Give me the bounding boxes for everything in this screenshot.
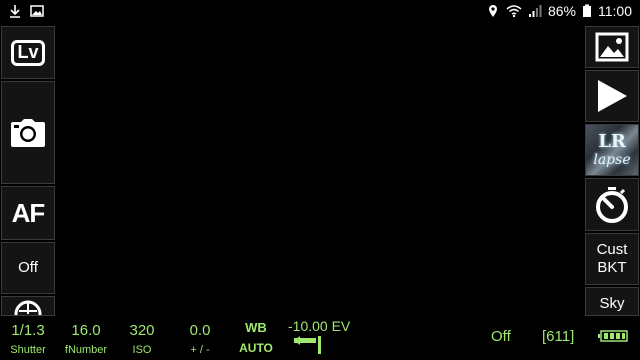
timelapse-label-bottom: lapse [593, 152, 631, 168]
gallery-icon [595, 32, 629, 62]
timelapse-button[interactable]: LR lapse [585, 124, 639, 176]
timer-button[interactable] [585, 178, 639, 231]
phone-battery-icon [583, 4, 591, 17]
off-button[interactable]: Off [1, 242, 55, 294]
af-label: AF [11, 197, 46, 228]
liveview-icon: Lv [11, 39, 45, 66]
battery-icon [598, 330, 628, 342]
download-icon [10, 5, 20, 18]
play-button[interactable] [585, 70, 639, 122]
image-icon [30, 5, 44, 17]
off-label: Off [18, 259, 38, 276]
location-icon [488, 5, 497, 17]
sky-label: Sky [599, 295, 625, 312]
custom-bkt-line2: BKT [597, 259, 627, 276]
iso-label: ISO [132, 344, 152, 356]
globe-icon [14, 300, 42, 315]
timelapse-label-top: LR [598, 131, 626, 152]
status-right: 86% 11:00 [486, 3, 632, 19]
timer-icon [596, 186, 628, 223]
partial-left-button[interactable] [1, 296, 55, 316]
status-left [8, 4, 44, 18]
shutter-label: Shutter [10, 344, 46, 356]
signal-icon [528, 5, 542, 17]
camera-icon [11, 118, 45, 147]
wb-control[interactable]: WB AUTO [236, 318, 276, 358]
af-button[interactable]: AF [1, 186, 55, 240]
iso-value: 320 [129, 322, 155, 339]
mode-value[interactable]: Off [491, 328, 511, 345]
fnumber-control[interactable]: 16.0 fNumber [60, 322, 112, 357]
capture-button[interactable] [1, 81, 55, 184]
gallery-button[interactable] [585, 26, 639, 68]
battery-percent: 86% [547, 3, 576, 19]
wb-value: AUTO [239, 341, 273, 355]
wb-label: WB [245, 320, 267, 335]
exposure-control[interactable]: 0.0 + / - [180, 322, 220, 357]
status-bar: 86% 11:00 [0, 0, 640, 24]
clock: 11:00 [598, 3, 632, 19]
fnumber-value: 16.0 [71, 322, 101, 339]
play-icon [598, 80, 627, 112]
iso-control[interactable]: 320 ISO [122, 322, 162, 357]
shutter-value: 1/1.3 [11, 322, 45, 339]
sky-button[interactable]: Sky [585, 287, 639, 316]
custom-bkt-line1: Cust [596, 241, 628, 258]
wifi-icon [506, 5, 522, 18]
shots-remaining: [611] [542, 328, 575, 345]
custom-bkt-button[interactable]: Cust BKT [585, 233, 639, 285]
liveview-button[interactable]: Lv [1, 26, 55, 79]
ev-scale-icon [294, 336, 321, 354]
exposure-value: 0.0 [189, 322, 211, 339]
liveview-label: Lv [17, 42, 39, 62]
fnumber-label: fNumber [64, 344, 108, 356]
ev-readout: -10.00 EV [288, 318, 351, 334]
exposure-label: + / - [190, 344, 210, 356]
shutter-control[interactable]: 1/1.3 Shutter [4, 322, 52, 357]
bottom-bar: 1/1.3 Shutter 16.0 fNumber 320 ISO 0.0 +… [0, 316, 640, 360]
